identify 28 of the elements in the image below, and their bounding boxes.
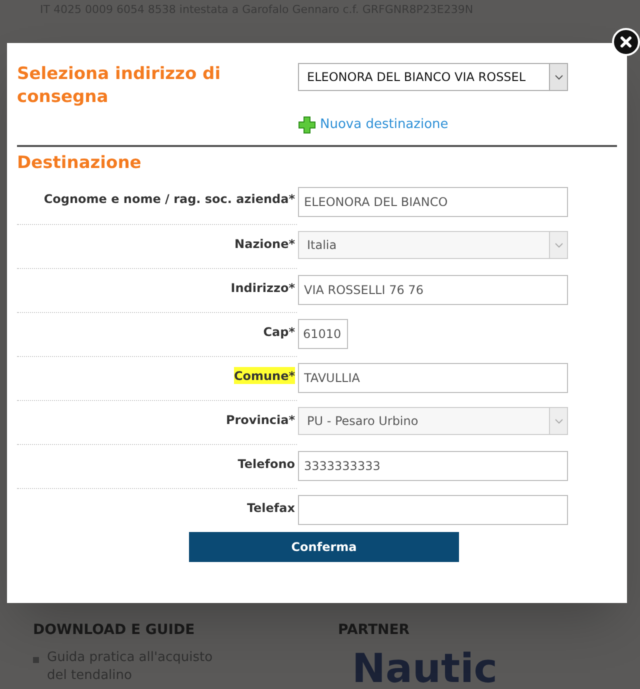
field-label: Indirizzo*: [230, 280, 295, 296]
close-button[interactable]: [612, 28, 640, 56]
section-title: Destinazione: [16, 152, 142, 174]
input-field[interactable]: [298, 495, 568, 525]
field-label: Cognome e nome / rag. soc. azienda*: [44, 191, 295, 207]
footer-heading: DOWNLOAD E GUIDE: [33, 621, 196, 640]
partner-logo: Nautic: [352, 649, 498, 689]
field-label: Nazione*: [234, 236, 295, 252]
confirm-button[interactable]: Conferma: [189, 532, 459, 562]
input-field[interactable]: VIA ROSSELLI 76 76: [298, 275, 568, 305]
input-field[interactable]: TAVULLIA: [298, 363, 568, 393]
field-label: Provincia*: [226, 412, 295, 428]
field-label: Telefono: [238, 456, 295, 472]
plus-icon: [298, 116, 316, 134]
field-label: Cap*: [263, 324, 295, 340]
address-dropdown[interactable]: ELEONORA DEL BIANCO VIA ROSSEL: [298, 63, 568, 91]
bullet-icon: [33, 657, 39, 663]
select-address-heading: Seleziona indirizzo di consegna: [17, 63, 222, 109]
close-icon: [620, 36, 632, 48]
input-field[interactable]: ELEONORA DEL BIANCO: [298, 187, 568, 217]
field-label: Telefax: [246, 500, 295, 516]
select-field[interactable]: PU - Pesaro Urbino: [298, 407, 568, 435]
field-label: Comune*: [234, 367, 295, 384]
footer-heading: PARTNER: [338, 621, 411, 640]
select-field[interactable]: Italia: [298, 231, 568, 259]
input-field[interactable]: 3333333333: [298, 451, 568, 481]
input-field[interactable]: 61010: [298, 319, 348, 349]
new-destination-link[interactable]: Nuova destinazione: [320, 115, 448, 134]
